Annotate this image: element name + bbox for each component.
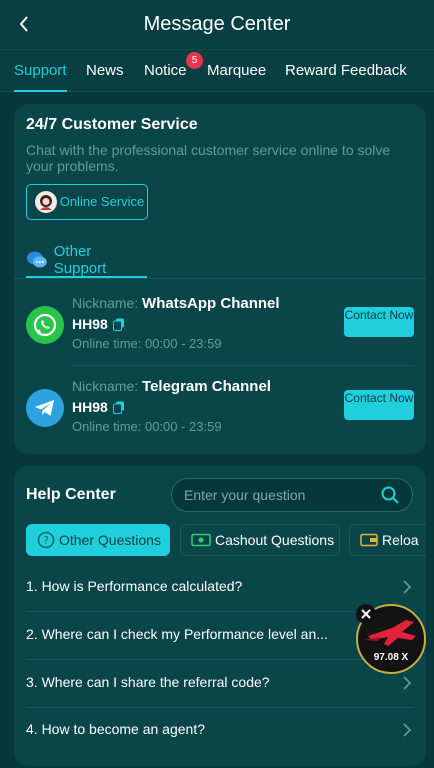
faq-question: 1. How is Performance calculated?: [26, 578, 243, 594]
nickname-label: Nickname:: [72, 295, 139, 311]
svg-text:?: ?: [43, 534, 49, 547]
telegram-icon: [26, 389, 64, 427]
category-other-questions[interactable]: ? Other Questions: [26, 524, 170, 556]
channel-id-value: HH98: [72, 399, 108, 415]
cash-icon: [191, 533, 211, 547]
close-icon: [361, 609, 371, 619]
channel-name: WhatsApp Channel: [142, 295, 280, 312]
agent-avatar-icon: [40, 195, 52, 210]
search-input[interactable]: [184, 487, 380, 503]
chat-bubble-icon: [26, 251, 47, 268]
question-categories: ? Other Questions Cashout Questions Relo…: [26, 524, 426, 556]
category-label: Cashout Questions: [215, 532, 335, 548]
channel-nickname: Nickname: Telegram Channel: [72, 378, 271, 395]
category-label: Reloa: [382, 532, 419, 548]
customer-service-description: Chat with the professional customer serv…: [26, 142, 391, 174]
chevron-right-icon: [403, 723, 412, 737]
search-icon[interactable]: [380, 485, 400, 505]
copy-icon[interactable]: [112, 401, 125, 414]
faq-question: 4. How to become an agent?: [26, 721, 206, 737]
category-reload[interactable]: Reloa: [349, 524, 426, 556]
help-center-title: Help Center: [26, 486, 116, 503]
channel-telegram: Nickname: Telegram Channel HH98 Online t…: [14, 373, 426, 443]
chevron-left-icon: [19, 16, 28, 32]
category-label: Other Questions: [59, 532, 161, 548]
search-box: [171, 478, 413, 512]
question-circle-icon: ?: [37, 531, 55, 549]
faq-item[interactable]: 4. How to become an agent?: [26, 707, 414, 754]
tab-news[interactable]: News: [86, 50, 124, 92]
channel-name: Telegram Channel: [142, 378, 271, 395]
other-support-label: Other Support: [53, 243, 107, 277]
channel-id: HH98: [72, 399, 125, 415]
divider: [72, 365, 414, 366]
contact-now-button[interactable]: Contact Now: [344, 390, 414, 420]
top-bar: Message Center: [0, 0, 434, 50]
page-title: Message Center: [143, 13, 291, 35]
online-time: Online time: 00:00 - 23:59: [72, 336, 222, 351]
tab-other-support[interactable]: Other Support: [26, 242, 147, 278]
online-service-label: Online Service: [59, 194, 145, 209]
whatsapp-icon: [26, 306, 64, 344]
faq-question: 3. Where can I share the referral code?: [26, 674, 270, 690]
tab-notice[interactable]: Notice 5: [144, 50, 203, 92]
back-button[interactable]: [12, 12, 36, 36]
online-service-button[interactable]: Online Service: [26, 184, 148, 220]
tab-notice-label: Notice: [144, 62, 187, 79]
wallet-icon: [360, 533, 378, 547]
tab-bar: Support News Notice 5 Marquee Reward Fee…: [0, 50, 434, 92]
customer-service-card: 24/7 Customer Service Chat with the prof…: [14, 104, 426, 454]
divider: [14, 278, 426, 279]
faq-item[interactable]: 1. How is Performance calculated?: [26, 564, 414, 611]
agent-avatar: [35, 191, 57, 213]
channel-id: HH98: [72, 316, 125, 332]
chevron-right-icon: [403, 580, 412, 594]
channel-whatsapp: Nickname: WhatsApp Channel HH98 Online t…: [14, 290, 426, 360]
channel-nickname: Nickname: WhatsApp Channel: [72, 295, 280, 312]
tab-support[interactable]: Support: [14, 50, 67, 92]
multiplier-value: 97.08 X: [373, 652, 409, 663]
tab-marquee[interactable]: Marquee: [207, 50, 266, 92]
chevron-right-icon: [403, 676, 412, 690]
tab-reward-feedback[interactable]: Reward Feedback: [285, 50, 407, 92]
faq-item[interactable]: 3. Where can I share the referral code?: [26, 660, 414, 707]
category-cashout-questions[interactable]: Cashout Questions: [180, 524, 340, 556]
close-button[interactable]: [356, 604, 376, 624]
contact-now-button[interactable]: Contact Now: [344, 307, 414, 337]
notice-count-badge: 5: [186, 52, 203, 69]
nickname-label: Nickname:: [72, 378, 139, 394]
customer-service-title: 24/7 Customer Service: [26, 116, 198, 133]
faq-question: 2. Where can I check my Performance leve…: [26, 626, 328, 642]
channel-id-value: HH98: [72, 316, 108, 332]
online-time: Online time: 00:00 - 23:59: [72, 419, 222, 434]
copy-icon[interactable]: [112, 318, 125, 331]
